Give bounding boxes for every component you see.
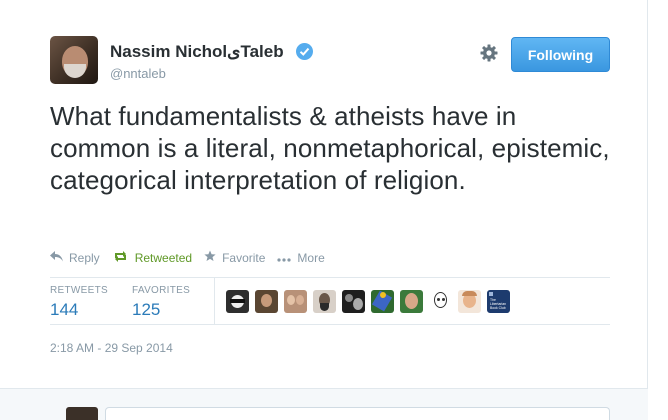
favorites-stat[interactable]: FAVORITES 125 xyxy=(132,285,190,320)
favoriter-avatar[interactable] xyxy=(226,290,249,313)
stats-divider xyxy=(214,278,215,324)
favoriter-avatar[interactable] xyxy=(458,290,481,313)
favoriter-avatar[interactable] xyxy=(371,290,394,313)
retweet-icon xyxy=(112,250,129,265)
star-icon xyxy=(204,250,216,265)
favoriter-avatar[interactable] xyxy=(255,290,278,313)
favoriter-avatar[interactable] xyxy=(313,290,336,313)
favoriter-avatar[interactable] xyxy=(342,290,365,313)
reply-action[interactable]: Reply xyxy=(50,250,100,265)
tweet-timestamp[interactable]: 2:18 AM - 29 Sep 2014 xyxy=(50,341,173,355)
favorites-count: 125 xyxy=(132,300,161,319)
favoriter-avatar[interactable] xyxy=(400,290,423,313)
libertarian-book-club-logo: The Libertarian Book Club xyxy=(489,292,506,310)
favorites-label: FAVORITES xyxy=(132,285,191,296)
retweeted-label: Retweeted xyxy=(134,250,193,265)
svg-text:Book Club: Book Club xyxy=(490,306,506,310)
following-button[interactable]: Following xyxy=(511,37,610,72)
more-action[interactable]: More xyxy=(277,250,325,265)
author-handle[interactable]: @nntaleb xyxy=(110,66,166,81)
divider-top xyxy=(50,277,610,278)
retweets-count: 144 xyxy=(50,300,79,319)
reply-label: Reply xyxy=(69,250,100,265)
reply-area xyxy=(0,388,648,420)
verified-badge-icon xyxy=(296,43,313,60)
more-dots-icon xyxy=(277,251,292,265)
retweets-stat[interactable]: RETWEETS 144 xyxy=(50,285,108,320)
libertarian-book-club-avatar[interactable]: The Libertarian Book Club xyxy=(487,290,510,313)
author-name[interactable]: Nassim NicholیTaleb xyxy=(110,42,284,62)
favorite-label: Favorite xyxy=(222,250,266,265)
tweet-actions: Reply Retweeted Favorite More xyxy=(50,250,337,265)
more-label: More xyxy=(297,250,325,265)
favoriter-avatar[interactable] xyxy=(284,290,307,313)
author-avatar[interactable] xyxy=(50,36,98,84)
retweets-label: RETWEETS xyxy=(50,285,108,296)
reply-icon xyxy=(50,250,63,265)
divider-bottom xyxy=(50,324,610,325)
favoriters-list: The Libertarian Book Club xyxy=(226,290,516,313)
favoriter-avatar[interactable] xyxy=(429,290,452,313)
favorite-action[interactable]: Favorite xyxy=(204,250,265,265)
avatar-beard xyxy=(64,64,86,78)
tweet-card: Nassim NicholیTaleb @nntaleb Following W… xyxy=(0,0,648,420)
tweet-text: What fundamentalists & atheists have in … xyxy=(50,101,610,195)
gear-icon[interactable] xyxy=(479,43,499,63)
current-user-avatar xyxy=(66,407,98,420)
reply-input[interactable] xyxy=(105,407,610,420)
retweet-action[interactable]: Retweeted xyxy=(112,250,193,265)
